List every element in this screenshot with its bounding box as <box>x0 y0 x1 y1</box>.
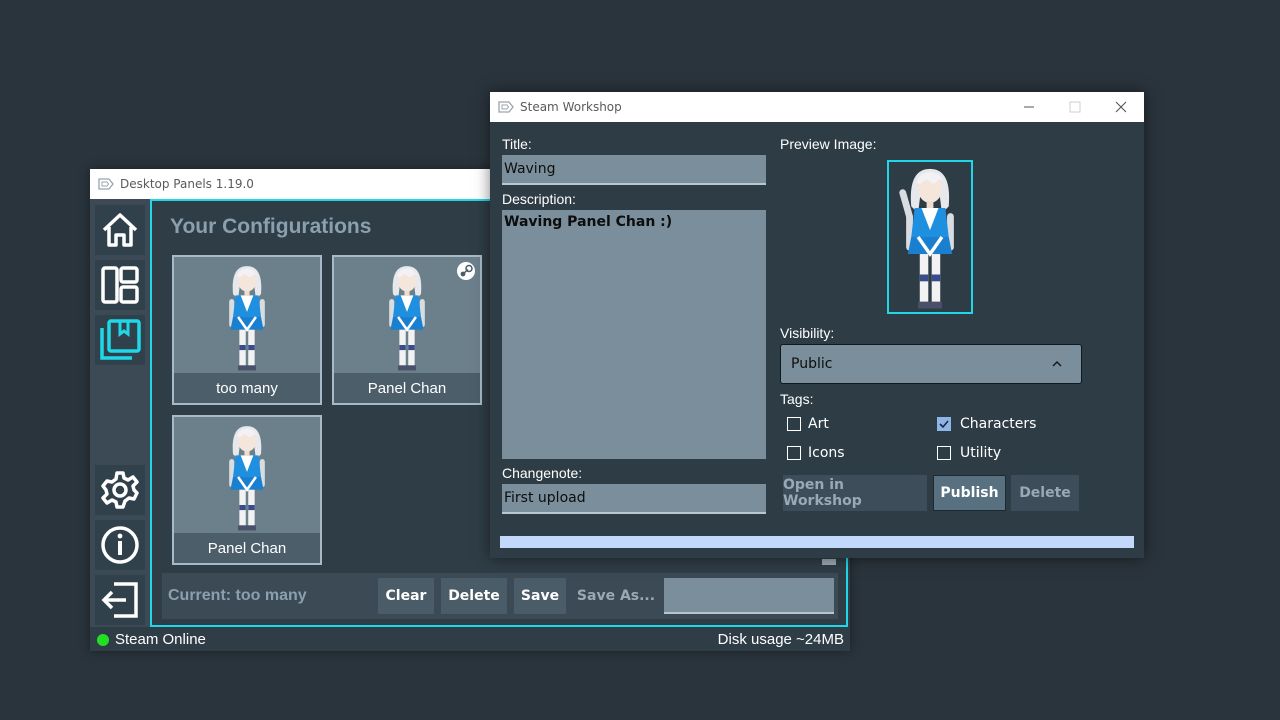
close-button[interactable] <box>1098 92 1144 122</box>
config-card[interactable]: Panel Chan <box>172 415 322 565</box>
character-thumbnail <box>387 264 427 372</box>
open-in-workshop-button[interactable]: Open in Workshop <box>783 475 927 511</box>
configurations-icon <box>100 319 141 360</box>
config-action-bar: Current: too many Clear Delete Save Save… <box>162 573 838 619</box>
workshop-titlebar[interactable]: Steam Workshop <box>490 92 1144 122</box>
layout-icon <box>101 266 139 304</box>
description-field[interactable]: Waving Panel Chan :) <box>502 210 766 459</box>
close-icon <box>1115 101 1127 113</box>
config-card-label: too many <box>174 373 320 403</box>
sidebar-item-exit[interactable] <box>95 575 145 625</box>
info-icon <box>101 526 139 564</box>
changenote-label: Changenote: <box>502 465 583 481</box>
character-thumbnail <box>227 264 267 372</box>
preview-image[interactable] <box>887 160 973 314</box>
tag-icons-label: Icons <box>808 445 845 461</box>
workshop-window-title: Steam Workshop <box>520 100 622 114</box>
online-status-icon <box>97 634 109 646</box>
current-config-label: Current: too many <box>168 587 307 604</box>
gear-icon <box>101 471 139 509</box>
tag-utility-checkbox[interactable] <box>937 446 951 460</box>
upload-progress-bar <box>500 536 1134 548</box>
save-button[interactable]: Save <box>514 578 566 614</box>
tag-art-label: Art <box>808 416 829 432</box>
scrollbar-thumb[interactable] <box>822 559 836 565</box>
save-as-input[interactable] <box>664 578 834 614</box>
preview-image-label: Preview Image: <box>780 136 877 152</box>
visibility-select[interactable]: Public <box>780 344 1082 384</box>
exit-icon <box>101 582 138 618</box>
tag-icons-checkbox[interactable] <box>787 446 801 460</box>
sidebar-item-layout[interactable] <box>95 260 145 310</box>
title-label: Title: <box>502 136 532 152</box>
tag-utility-label: Utility <box>960 445 1002 461</box>
home-icon <box>102 213 138 247</box>
clear-button[interactable]: Clear <box>378 578 434 614</box>
config-card[interactable]: too many <box>172 255 322 405</box>
character-preview <box>899 167 956 311</box>
changenote-field[interactable]: First upload <box>502 484 766 514</box>
steam-icon <box>457 262 475 280</box>
maximize-icon <box>1069 101 1081 113</box>
save-as-button[interactable]: Save As... <box>574 578 658 614</box>
delete-workshop-button[interactable]: Delete <box>1011 475 1079 511</box>
tags-label: Tags: <box>780 391 814 407</box>
sidebar <box>90 199 150 627</box>
app-logo-icon <box>498 101 514 113</box>
sidebar-item-configurations[interactable] <box>95 315 145 365</box>
checkmark-icon <box>939 420 949 429</box>
sidebar-item-about[interactable] <box>95 520 145 570</box>
disk-usage: Disk usage ~24MB <box>717 631 844 648</box>
sidebar-item-settings[interactable] <box>95 465 145 515</box>
config-card[interactable]: Panel Chan <box>332 255 482 405</box>
publish-button[interactable]: Publish <box>933 475 1006 511</box>
sidebar-item-home[interactable] <box>95 205 145 255</box>
chevron-up-icon <box>1052 360 1062 367</box>
tag-characters-checkbox[interactable] <box>937 417 951 431</box>
tag-art-checkbox[interactable] <box>787 417 801 431</box>
app-logo-icon <box>98 178 114 190</box>
tag-characters-label: Characters <box>960 416 1037 432</box>
character-thumbnail <box>227 424 267 532</box>
maximize-button[interactable] <box>1052 92 1098 122</box>
workshop-body: Title: Waving Description: Waving Panel … <box>490 122 1144 558</box>
visibility-value: Public <box>791 356 833 372</box>
minimize-button[interactable] <box>1006 92 1052 122</box>
title-field[interactable]: Waving <box>502 155 766 185</box>
delete-config-button[interactable]: Delete <box>441 578 507 614</box>
upload-progress-fill <box>500 536 1134 548</box>
config-card-label: Panel Chan <box>174 533 320 563</box>
steam-workshop-window: Steam Workshop Title: Waving Description… <box>490 92 1144 558</box>
minimize-icon <box>1024 106 1034 108</box>
steam-status: Steam Online <box>115 631 206 648</box>
description-label: Description: <box>502 191 576 207</box>
page-title: Your Configurations <box>170 215 372 238</box>
visibility-label: Visibility: <box>780 325 835 341</box>
config-card-label: Panel Chan <box>334 373 480 403</box>
status-bar: Steam Online Disk usage ~24MB <box>90 629 850 651</box>
